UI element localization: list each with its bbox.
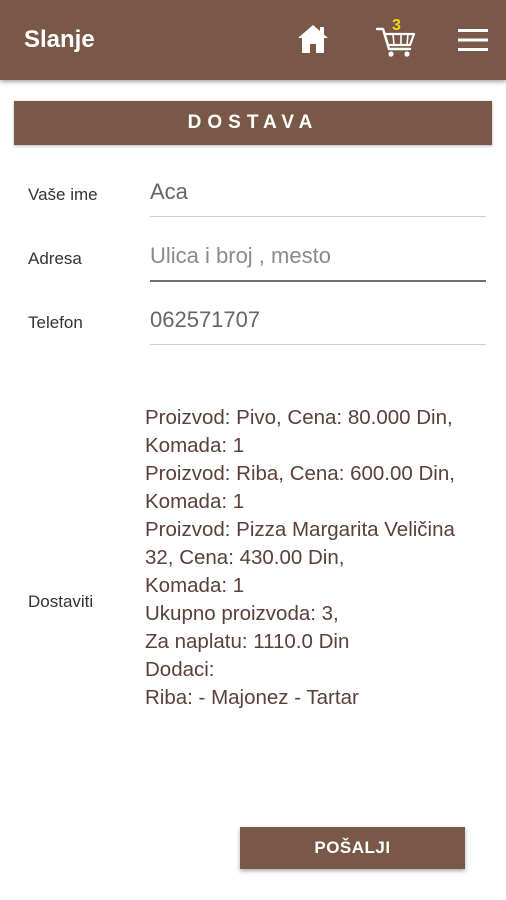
- address-label: Adresa: [28, 249, 82, 268]
- deliver-label: Dostaviti: [28, 592, 94, 611]
- menu-icon[interactable]: [458, 28, 488, 52]
- page-title: Slanje: [24, 26, 95, 53]
- name-label: Vaše ime: [28, 185, 98, 204]
- home-icon[interactable]: [296, 22, 330, 56]
- app-bar: Slanje 3: [0, 0, 506, 80]
- phone-field[interactable]: [150, 300, 486, 345]
- cart-count-badge: 3: [392, 17, 401, 34]
- send-button[interactable]: POŠALJI: [240, 827, 465, 869]
- address-field[interactable]: [150, 236, 486, 282]
- phone-label: Telefon: [28, 313, 83, 332]
- order-summary: Proizvod: Pivo, Cena: 80.000 Din, Komada…: [145, 406, 455, 709]
- section-header: DOSTAVA: [14, 101, 492, 145]
- name-field[interactable]: [150, 172, 486, 217]
